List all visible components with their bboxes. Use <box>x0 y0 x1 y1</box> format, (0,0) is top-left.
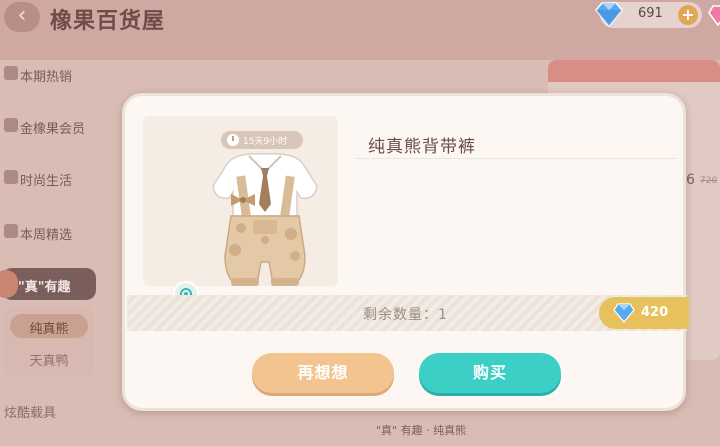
gem-currency[interactable]: 691 + <box>595 2 702 28</box>
divider <box>355 158 677 159</box>
background-item-label: "真" 有趣 · 纯真熊 <box>376 424 467 437</box>
stock-bar: 剩余数量：1 420 <box>127 295 689 331</box>
purchase-dialog: 15天9小时 纯真熊背带裤 剩余数量：1 420 再想想 购买 <box>122 93 689 411</box>
price-tag: 420 <box>599 297 689 329</box>
sidebar-item-fashion[interactable]: 时尚生活 <box>0 158 100 198</box>
clock-icon <box>227 134 239 146</box>
sidebar-item-label: "真"有趣 <box>18 280 71 295</box>
add-currency-button[interactable]: + <box>678 5 698 25</box>
sidebar-item-hot[interactable]: 本期热销 <box>0 54 100 94</box>
star-icon <box>4 224 18 238</box>
item-name: 纯真熊背带裤 <box>368 137 476 157</box>
fire-icon <box>4 66 18 80</box>
pink-gem-icon[interactable] <box>708 4 720 26</box>
sidebar-item-label: 本周精选 <box>20 228 73 243</box>
subcategory-label: 纯真熊 <box>29 322 69 337</box>
overalls-illustration <box>212 152 318 286</box>
sidebar-item-member[interactable]: 金橡果会员 <box>0 106 100 146</box>
sidebar-item-label: 金橡果会员 <box>20 122 86 137</box>
category-icon <box>0 270 18 298</box>
gem-icon <box>595 2 623 28</box>
shop-title: 橡果百货屋 <box>50 9 166 34</box>
remaining-quantity: 剩余数量：1 <box>363 307 448 323</box>
buy-button[interactable]: 购买 <box>419 353 561 393</box>
item-preview: 15天9小时 <box>143 116 338 307</box>
price-value: 420 <box>641 305 669 320</box>
sidebar-item-weekly[interactable]: 本周精选 <box>0 212 100 252</box>
card-awning <box>548 60 720 82</box>
subcategory-selected[interactable]: 纯真熊 <box>10 314 88 338</box>
back-button[interactable]: ‹ <box>4 2 40 32</box>
gem-amount: 691 <box>638 6 663 21</box>
background-old-price: 720 <box>700 176 718 186</box>
subcategory-item[interactable]: 天真鸭 <box>10 350 88 369</box>
acorn-icon <box>4 118 18 132</box>
back-arrow-icon: ‹ <box>17 3 27 28</box>
sidebar-item-active[interactable]: "真"有趣 <box>0 268 96 300</box>
fashion-icon <box>4 170 18 184</box>
category-sidebar: 本期热销 金橡果会员 时尚生活 本周精选 <box>0 50 100 446</box>
subcategory-list: 纯真熊 天真鸭 <box>4 306 94 376</box>
background-price: 6 <box>686 172 695 188</box>
sidebar-item-label: 本期热销 <box>20 70 73 85</box>
sidebar-item-vehicle[interactable]: 炫酷载具 <box>4 402 56 421</box>
sidebar-item-label: 时尚生活 <box>20 174 73 189</box>
rethink-button[interactable]: 再想想 <box>252 353 394 393</box>
gem-icon <box>613 303 635 323</box>
